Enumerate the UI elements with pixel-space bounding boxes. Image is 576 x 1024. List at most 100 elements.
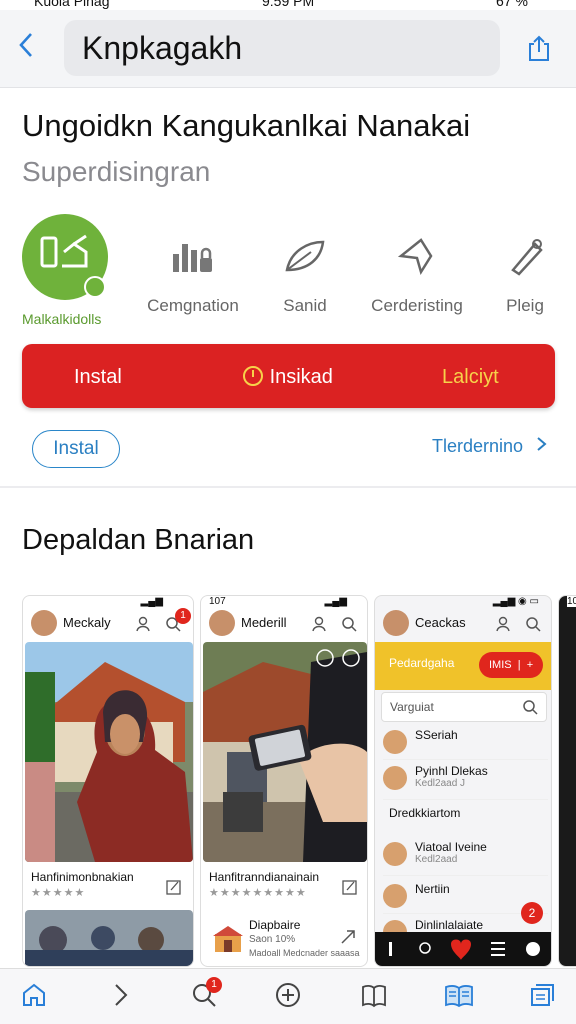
search-icon: [342, 617, 357, 632]
category-item[interactable]: Sanid: [250, 236, 360, 316]
list-item-title: Dredkkiartom: [389, 806, 461, 820]
mini-banner-chip: IMIS | +: [479, 652, 543, 678]
mini-card: Diapbaire Saon 10% Madoall Medcnader saa…: [207, 914, 361, 966]
mini-banner-chip-text: IMIS: [489, 659, 512, 671]
section-divider: [0, 486, 576, 488]
nav-forward[interactable]: [106, 981, 134, 1009]
battery-text: 67 %: [496, 0, 528, 9]
avatar: [383, 842, 407, 866]
share-arrow-icon: [341, 930, 355, 944]
category-label: Sanid: [283, 296, 327, 315]
avatar: [31, 610, 57, 636]
mini-header: Meckaly 1: [23, 608, 193, 642]
category-item[interactable]: Pleig: [470, 236, 576, 316]
share-icon: [529, 35, 549, 61]
top-bar: Knpkagakh: [0, 10, 576, 88]
list-item-title: SSeriah: [415, 728, 458, 742]
screenshot-caption: Hanfinimonbnakian: [31, 870, 134, 884]
nav-add[interactable]: [274, 981, 302, 1009]
nav-home[interactable]: [20, 981, 48, 1009]
mini-banner-text: Pedardgaha: [389, 656, 455, 670]
search-icon: [526, 617, 541, 632]
open-book-icon: [445, 985, 473, 1008]
insikad-label: Insikad: [269, 366, 333, 388]
avatar: [209, 610, 235, 636]
mini-card-line: Madoall Medcnader saaasa: [249, 948, 360, 958]
search-field[interactable]: Knpkagakh: [64, 20, 500, 76]
list-item-subtitle: Kedl2aad J: [415, 778, 466, 789]
app-subtitle: Superdisingran: [22, 156, 211, 187]
list-item-subtitle: Kedl2aad: [415, 854, 458, 865]
rating-stars: ★★★★★: [31, 887, 86, 899]
screenshot-caption: Hanfitranndianainain: [209, 870, 320, 884]
list-item: SSeriah: [383, 724, 548, 760]
edit-badge-icon: [84, 276, 106, 298]
mini-card-line: Saon 10%: [249, 934, 296, 945]
user-icon: [496, 616, 510, 632]
screenshot-card[interactable]: 107 ▂▄▆ Mederill Hanfitranndianainain ★★…: [200, 595, 368, 967]
chevron-right-icon: [115, 984, 128, 1006]
nav-search[interactable]: 1: [190, 977, 222, 1009]
photo-woman-scooter: [25, 642, 193, 862]
app-store-page: Kuola Pinag 9:59 PM 67 % Knpkagakh Ungoi…: [0, 0, 576, 1024]
mini-search: Varguiat: [381, 692, 547, 722]
plus-circle-icon: [276, 983, 300, 1007]
category-label: Cemgnation: [147, 296, 239, 315]
mini-card-title: Diapbaire: [249, 918, 301, 932]
screenshot-card[interactable]: 10: [558, 595, 576, 967]
mini-banner: Pedardgaha IMIS | +: [375, 642, 551, 690]
rating-stars: ★★★★★★★★★: [209, 887, 307, 899]
mini-header-name: Meckaly: [63, 615, 111, 630]
list-item: Dredkkiartom: [383, 802, 548, 838]
screenshot-card[interactable]: ▂▄▆ ◉ ▭ Ceackas Pedardgaha IMIS | + Varg…: [374, 595, 552, 967]
app-icon[interactable]: [22, 214, 108, 300]
nav-collections[interactable]: [528, 981, 556, 1009]
avatar: [383, 766, 407, 790]
avatar: [383, 610, 409, 636]
notification-badge: 1: [175, 608, 191, 624]
share-button[interactable]: [526, 34, 552, 62]
leaf-icon: [285, 240, 325, 272]
section-title: Depaldan Bnarian: [22, 524, 255, 556]
action-bar: Instal Insikad Lalciyt: [22, 344, 555, 408]
nav-library[interactable]: [360, 981, 388, 1009]
more-link[interactable]: Tlerdernino: [432, 436, 548, 457]
layers-icon: [531, 984, 554, 1006]
screenshot-card[interactable]: ▂▄▆ Meckaly 1 Hanfinimonbnakian ★★★★★: [22, 595, 194, 967]
mini-header-name: Mederill: [241, 615, 287, 630]
insikad-action[interactable]: Insikad: [242, 344, 333, 408]
user-icon: [312, 616, 326, 632]
mini-tab-icons: [389, 939, 540, 960]
mini-tab-bar: [375, 932, 551, 966]
mini-header-name: Ceackas: [415, 615, 466, 630]
clock-icon: [243, 366, 263, 386]
mini-header: Ceackas: [375, 608, 551, 642]
install-action[interactable]: Instal: [74, 344, 122, 408]
category-item[interactable]: Cerderisting: [362, 236, 472, 316]
nav-reading[interactable]: [444, 981, 473, 1009]
pen-icon: [511, 239, 543, 276]
edit-icon: [166, 880, 181, 895]
arrow-icon: [397, 238, 433, 276]
user-icon: [136, 616, 150, 632]
mini-status-time: 107: [209, 596, 226, 607]
category-label: Cerderisting: [371, 296, 463, 315]
lalciyt-action[interactable]: Lalciyt: [442, 344, 499, 408]
chevron-right-icon: [537, 437, 547, 451]
list-item-title: Viatoal Iveine: [415, 840, 487, 854]
list-item: Viatoal Iveine Kedl2aad: [383, 836, 548, 876]
install-button[interactable]: Instal: [32, 430, 120, 468]
status-time: 9:59 PM: [262, 0, 315, 9]
mini-status-time: 10: [567, 596, 576, 607]
mini-header: Mederill: [201, 608, 367, 642]
back-button[interactable]: [16, 30, 46, 64]
home-icon: [23, 983, 45, 1006]
photo-phone-in-hand: [203, 642, 367, 862]
bottom-nav: 1: [0, 968, 576, 1024]
app-icon-label: Malkalkidolls: [22, 311, 102, 327]
chevron-left-icon: [19, 33, 32, 57]
app-title: Ungoidkn Kangukanlkai Nanakai: [22, 108, 471, 143]
bars-lock-icon: [173, 244, 212, 272]
category-item[interactable]: Cemgnation: [138, 236, 248, 316]
avatar: [383, 730, 407, 754]
